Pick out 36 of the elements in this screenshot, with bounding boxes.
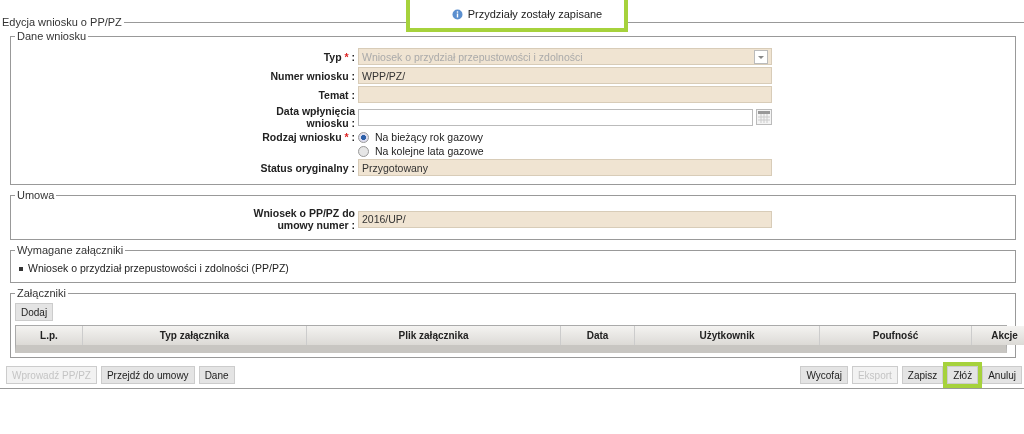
action-button[interactable]: Przejdź do umowy (100, 366, 195, 384)
radio-label: Na bieżący rok gazowy (375, 131, 483, 143)
column-header[interactable]: Data (561, 326, 635, 345)
column-header[interactable]: Poufność (820, 326, 972, 345)
section-title: Załączniki (16, 287, 67, 299)
field-label: Wniosek o PP/PZ do umowy numer : (252, 207, 355, 231)
notification-text: Przydziały zostały zapisane (467, 8, 603, 20)
column-header[interactable]: Akcje (972, 326, 1024, 345)
add-button[interactable]: Dodaj (15, 303, 54, 321)
action-button[interactable]: Wycofaj (800, 366, 848, 384)
field-label: Status oryginalny : (260, 161, 355, 174)
section-title: Dane wniosku (16, 30, 88, 42)
info-icon (451, 8, 463, 20)
required-attachment: Wniosek o przydział przepustowości i zdolności (PP/PZ) (28, 262, 289, 274)
field-label: Numer wniosku : (270, 69, 355, 82)
field-label: Data wpłynięcia wniosku : (275, 105, 355, 129)
column-header[interactable]: L.p. (16, 326, 83, 345)
action-button[interactable]: Anuluj (982, 366, 1022, 384)
field-label: Typ * : (323, 50, 355, 63)
field-label: Rodzaj wniosku * : (262, 131, 355, 143)
section-title: Wymagane załączniki (16, 244, 125, 256)
dropdown-caret-icon (754, 49, 768, 64)
column-header[interactable]: Typ załącznika (83, 326, 307, 345)
bullet-icon (19, 267, 23, 272)
radio-button[interactable] (358, 145, 369, 157)
column-header[interactable]: Plik załącznika (307, 326, 561, 345)
section-title: Umowa (16, 189, 56, 201)
date-field[interactable] (358, 108, 753, 126)
radio-label: Na kolejne lata gazowe (375, 145, 484, 157)
action-button[interactable]: Dane (198, 366, 235, 384)
calendar-icon[interactable] (756, 109, 772, 125)
field-label: Temat : (318, 88, 355, 101)
form-title: Edycja wniosku o PP/PZ (1, 16, 123, 28)
radio-button[interactable] (358, 131, 369, 143)
action-button[interactable]: Zapisz (901, 366, 944, 384)
column-header[interactable]: Użytkownik (635, 326, 820, 345)
